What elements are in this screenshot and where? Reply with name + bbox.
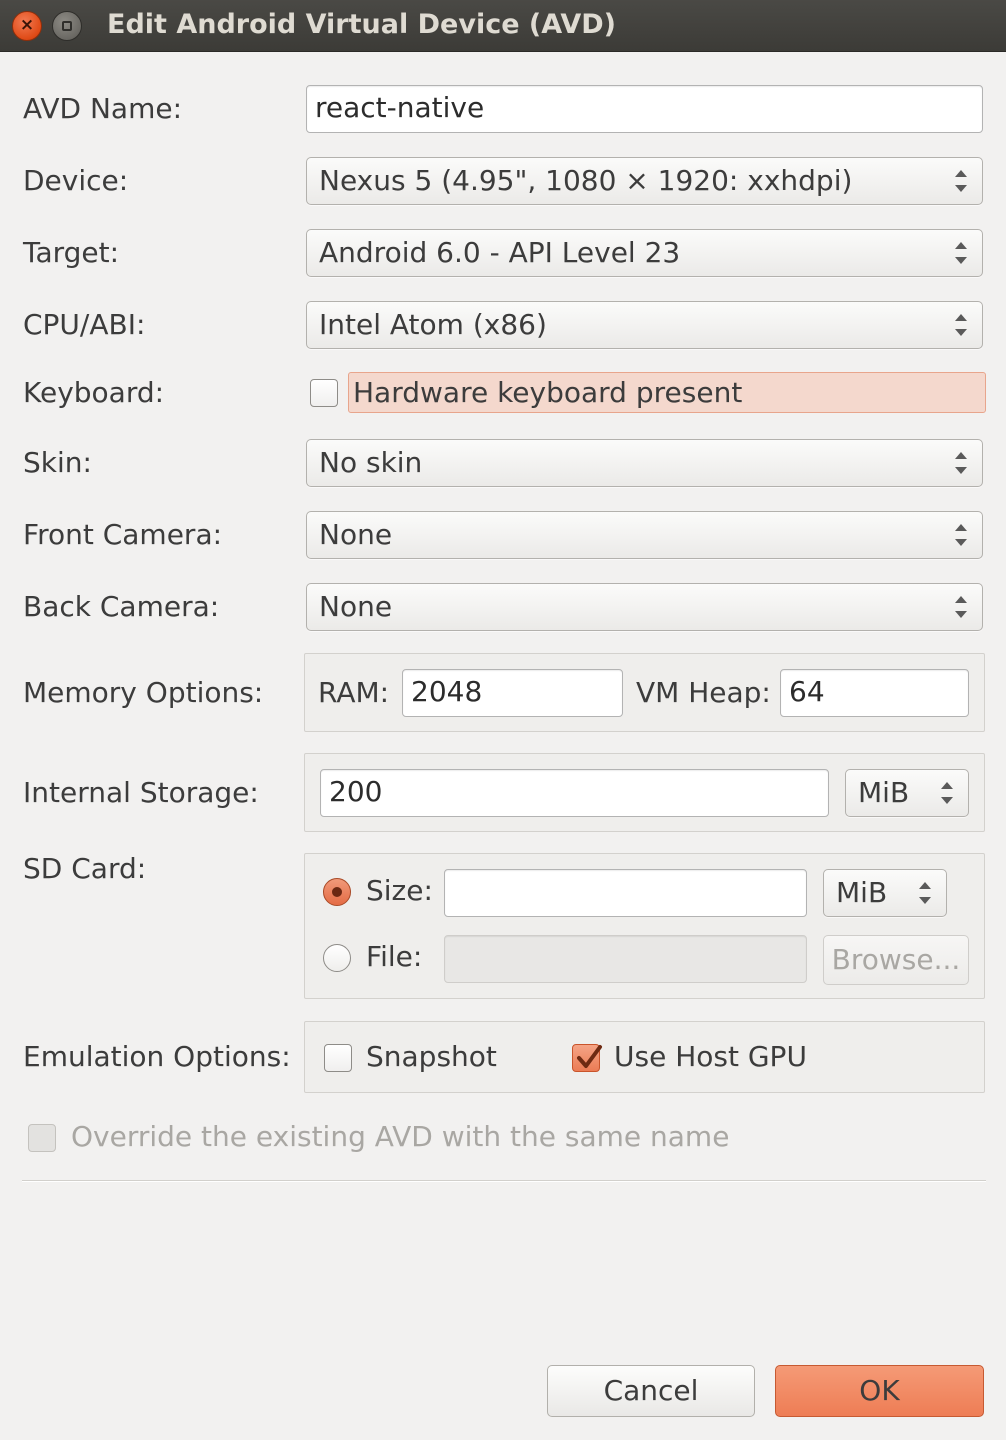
spin-arrows-icon — [954, 522, 968, 548]
window-title: Edit Android Virtual Device (AVD) — [107, 9, 616, 40]
sd-size-unit-value: MiB — [836, 876, 888, 909]
use-host-gpu-checkbox[interactable] — [572, 1044, 602, 1072]
sd-size-label: Size: — [366, 874, 433, 907]
spin-arrows-icon — [954, 312, 968, 338]
override-checkbox[interactable] — [28, 1124, 56, 1152]
back-camera-combo-value: None — [319, 590, 393, 623]
spin-arrows-icon — [918, 880, 932, 906]
spin-arrows-icon — [954, 450, 968, 476]
target-combo-value: Android 6.0 - API Level 23 — [319, 236, 681, 269]
keyboard-label: Keyboard: — [23, 376, 165, 409]
close-icon: × — [19, 15, 35, 35]
hardware-keyboard-checkbox[interactable] — [310, 379, 338, 407]
sd-size-input[interactable] — [444, 869, 807, 917]
browse-button[interactable]: Browse... — [823, 935, 969, 985]
hardware-keyboard-checkbox-label[interactable]: Hardware keyboard present — [348, 372, 986, 413]
sd-card-label: SD Card: — [23, 852, 147, 885]
spin-arrows-icon — [954, 168, 968, 194]
cpu-abi-combo[interactable]: Intel Atom (x86) — [306, 301, 983, 349]
skin-label: Skin: — [23, 446, 92, 479]
cpu-abi-combo-value: Intel Atom (x86) — [319, 308, 547, 341]
skin-combo-value: No skin — [319, 446, 423, 479]
skin-combo[interactable]: No skin — [306, 439, 983, 487]
sd-size-unit-combo[interactable]: MiB — [823, 869, 947, 917]
spin-arrows-icon — [954, 594, 968, 620]
spin-arrows-icon — [940, 780, 954, 806]
cpu-abi-label: CPU/ABI: — [23, 308, 146, 341]
snapshot-checkbox[interactable] — [324, 1044, 352, 1072]
front-camera-combo-value: None — [319, 518, 393, 551]
vm-heap-input[interactable]: 64 — [780, 669, 969, 717]
sd-file-input[interactable] — [444, 935, 807, 983]
window-close-button[interactable]: × — [12, 11, 42, 41]
sd-file-radio[interactable] — [323, 944, 351, 972]
ram-input[interactable]: 2048 — [402, 669, 623, 717]
device-label: Device: — [23, 164, 129, 197]
override-label: Override the existing AVD with the same … — [71, 1120, 730, 1153]
checkmark-icon — [577, 1045, 602, 1068]
avd-name-input[interactable]: react-native — [306, 85, 983, 133]
device-combo-value: Nexus 5 (4.95", 1080 × 1920: xxhdpi) — [319, 164, 853, 197]
vm-heap-label: VM Heap: — [636, 676, 771, 709]
internal-storage-input[interactable]: 200 — [320, 769, 829, 817]
internal-storage-unit-combo[interactable]: MiB — [845, 769, 969, 817]
device-combo[interactable]: Nexus 5 (4.95", 1080 × 1920: xxhdpi) — [306, 157, 983, 205]
separator — [22, 1180, 986, 1182]
minimize-icon — [62, 21, 72, 31]
spin-arrows-icon — [954, 240, 968, 266]
snapshot-label[interactable]: Snapshot — [366, 1040, 497, 1073]
front-camera-combo[interactable]: None — [306, 511, 983, 559]
front-camera-label: Front Camera: — [23, 518, 223, 551]
cancel-button[interactable]: Cancel — [547, 1365, 755, 1417]
target-combo[interactable]: Android 6.0 - API Level 23 — [306, 229, 983, 277]
sd-size-radio[interactable] — [323, 878, 351, 906]
ok-button[interactable]: OK — [775, 1365, 984, 1417]
back-camera-combo[interactable]: None — [306, 583, 983, 631]
emulation-options-label: Emulation Options: — [23, 1040, 291, 1073]
memory-options-label: Memory Options: — [23, 676, 264, 709]
ram-label: RAM: — [318, 676, 390, 709]
internal-storage-unit-value: MiB — [858, 776, 910, 809]
target-label: Target: — [23, 236, 120, 269]
avd-name-label: AVD Name: — [23, 92, 183, 125]
back-camera-label: Back Camera: — [23, 590, 220, 623]
window-minimize-button[interactable] — [52, 11, 82, 41]
internal-storage-label: Internal Storage: — [23, 776, 259, 809]
sd-file-label: File: — [366, 940, 423, 973]
use-host-gpu-label[interactable]: Use Host GPU — [614, 1040, 807, 1073]
window-title-bar: × Edit Android Virtual Device (AVD) — [0, 0, 1006, 52]
